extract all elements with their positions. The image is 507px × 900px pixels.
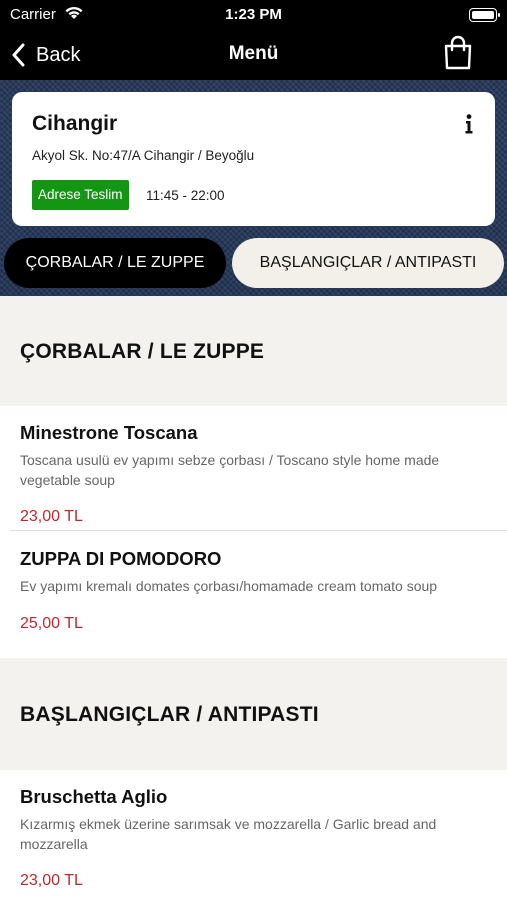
restaurant-address: Akyol Sk. No:47/A Cihangir / Beyoğlu <box>32 148 255 163</box>
status-time: 1:23 PM <box>225 6 282 23</box>
info-icon[interactable] <box>465 114 473 139</box>
status-bar: Carrier 1:23 PM <box>0 0 507 30</box>
item-price: 23,00 TL <box>20 508 83 525</box>
delivery-badge: Adrese Teslim <box>32 180 129 210</box>
tab-corbalar[interactable]: ÇORBALAR / LE ZUPPE <box>4 238 226 288</box>
header-background: Carrier 1:23 PM Back Menü Cihangir Akyol… <box>0 0 507 296</box>
restaurant-info-card: Cihangir Akyol Sk. No:47/A Cihangir / Be… <box>12 92 495 226</box>
item-description: Kızarmış ekmek üzerine sarımsak ve mozza… <box>20 816 437 852</box>
item-price: 23,00 TL <box>20 872 83 889</box>
battery-icon <box>469 8 500 22</box>
section-header: BAŞLANGIÇLAR / ANTIPASTI <box>0 658 507 770</box>
navigation-bar: Back Menü <box>0 30 507 80</box>
menu-item[interactable]: ZUPPA DI POMODORO Ev yapımı kremalı doma… <box>0 531 507 658</box>
section-title: BAŞLANGIÇLAR / ANTIPASTI <box>20 703 319 726</box>
restaurant-name: Cihangir <box>32 112 118 135</box>
item-price: 25,00 TL <box>20 615 83 632</box>
section-title: ÇORBALAR / LE ZUPPE <box>20 340 265 363</box>
item-name: ZUPPA DI POMODORO <box>20 548 222 569</box>
section-header: ÇORBALAR / LE ZUPPE <box>0 296 507 406</box>
item-name: Minestrone Toscana <box>20 422 198 443</box>
item-name: Bruschetta Aglio <box>20 786 168 807</box>
tab-baslangiclar[interactable]: BAŞLANGIÇLAR / ANTIPASTI <box>232 238 504 288</box>
menu-item[interactable]: Minestrone Toscana Toscana usulü ev yapı… <box>0 406 507 531</box>
item-description: Toscana usulü ev yapımı sebze çorbası / … <box>20 452 440 488</box>
menu-item[interactable]: Bruschetta Aglio Kızarmış ekmek üzerine … <box>0 770 507 900</box>
page-title: Menü <box>228 43 279 64</box>
shopping-bag-icon[interactable] <box>443 35 473 76</box>
opening-hours: 11:45 - 22:00 <box>146 188 225 203</box>
item-description: Ev yapımı kremalı domates çorbası/homama… <box>20 578 438 594</box>
